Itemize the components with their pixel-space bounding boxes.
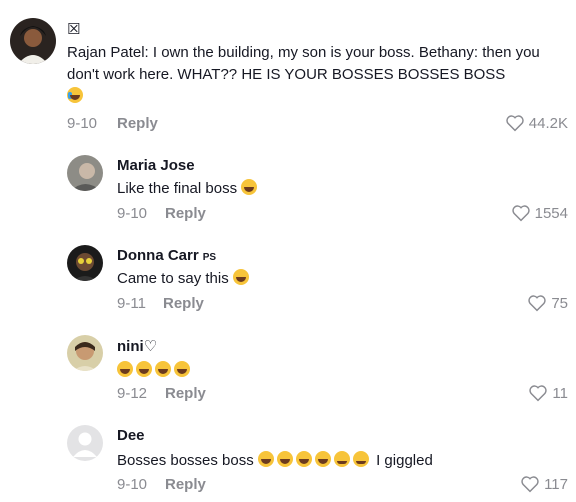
avatar[interactable] <box>10 18 56 64</box>
comment-text-content: Rajan Patel: I own the building, my son … <box>67 44 540 83</box>
comment-text-content: Came to say this <box>117 270 229 287</box>
comment-text: Rajan Patel: I own the building, my son … <box>67 42 562 108</box>
crying-laughing-emoji-icon <box>67 87 83 103</box>
comment-date: 9-10 <box>117 476 148 493</box>
heart-outline-icon <box>521 476 539 493</box>
rolling-laughing-emoji-icon <box>276 451 293 467</box>
comment-author-name: Donna Carr <box>117 247 199 264</box>
laughing-emoji-icon <box>117 361 133 377</box>
rolling-laughing-emoji-icon <box>257 451 274 467</box>
comment-text <box>117 360 193 382</box>
comment-date: 9-11 <box>117 295 146 312</box>
avatar[interactable] <box>67 335 103 371</box>
reply-button[interactable]: Reply <box>163 295 204 312</box>
comment-author[interactable]: Dee <box>117 427 145 444</box>
like-button[interactable]: 1554 <box>511 204 568 222</box>
reply-button[interactable]: Reply <box>165 476 206 493</box>
like-count: 117 <box>544 475 568 493</box>
like-button[interactable]: 44.2K <box>505 114 568 132</box>
reply-button[interactable]: Reply <box>165 385 206 402</box>
like-button[interactable]: 75 <box>527 294 568 312</box>
smiling-emoji-icon <box>333 451 350 467</box>
heart-outline-icon <box>511 205 530 222</box>
like-button[interactable]: 117 <box>520 475 568 493</box>
comment-author[interactable]: ☒ <box>67 20 80 38</box>
laughing-emoji-icon <box>232 269 249 285</box>
comment-author[interactable]: Donna Carr PS <box>117 247 216 264</box>
comment-author[interactable]: nini♡ <box>117 337 157 355</box>
comment-text: Like the final boss <box>117 178 260 200</box>
comment-text-content: Bosses bosses boss <box>117 452 254 469</box>
like-count: 75 <box>551 294 568 312</box>
heart-outline-icon <box>529 385 548 402</box>
comment-text: Came to say this <box>117 268 252 290</box>
laughing-emoji-icon <box>174 361 190 377</box>
like-button[interactable]: 11 <box>528 384 568 402</box>
like-count: 11 <box>552 384 568 402</box>
avatar[interactable] <box>67 245 103 281</box>
like-count: 44.2K <box>528 114 568 132</box>
comment-author[interactable]: Maria Jose <box>117 157 195 174</box>
comment-date: 9-12 <box>117 385 148 402</box>
rolling-laughing-emoji-icon <box>314 451 331 467</box>
comment-date: 9-10 <box>67 115 98 132</box>
comment-text-continuation: I giggled <box>376 452 433 469</box>
heart-outline-icon <box>528 295 547 312</box>
heart-outline-icon <box>506 115 524 132</box>
avatar[interactable] <box>67 425 103 461</box>
comment-date: 9-10 <box>117 205 148 222</box>
laughing-emoji-icon <box>136 361 152 377</box>
comment-text-content: Like the final boss <box>117 180 238 197</box>
rolling-laughing-emoji-icon <box>295 451 312 467</box>
author-badge: PS <box>202 252 217 263</box>
laughing-emoji-icon <box>241 179 258 195</box>
comment-text: Bosses bosses boss I giggled <box>117 450 433 472</box>
laughing-emoji-icon <box>155 361 171 377</box>
avatar[interactable] <box>67 155 103 191</box>
smiling-emoji-icon <box>352 451 369 467</box>
reply-button[interactable]: Reply <box>165 205 206 222</box>
reply-button[interactable]: Reply <box>117 115 158 132</box>
like-count: 1554 <box>534 204 568 222</box>
